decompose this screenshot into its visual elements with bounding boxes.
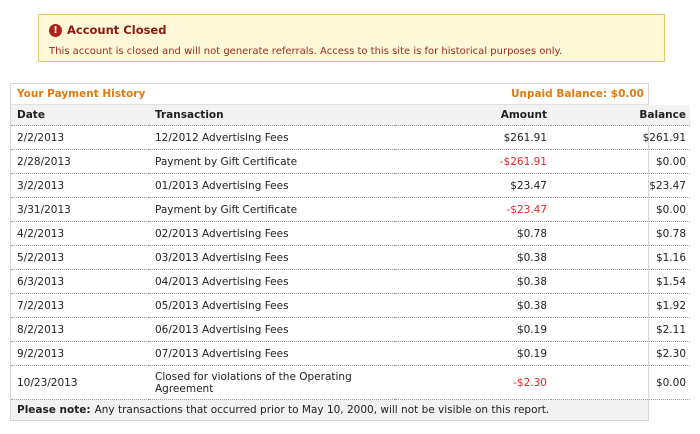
panel-title: Your Payment History: [17, 88, 146, 100]
row-balance: $0.78: [551, 221, 690, 246]
row-transaction: 04/2013 Advertising Fees: [149, 269, 395, 294]
row-balance: $0.00: [551, 197, 690, 222]
table-row: 8/2/2013 06/2013 Advertising Fees $0.19 …: [11, 317, 690, 342]
row-amount: $0.78: [395, 221, 551, 246]
row-transaction: Payment by Gift Certificate: [149, 197, 395, 222]
row-balance: $2.11: [551, 317, 690, 342]
row-amount: $0.38: [395, 245, 551, 270]
row-transaction: Payment by Gift Certificate: [149, 149, 395, 174]
footnote-label: Please note:: [17, 404, 91, 416]
row-transaction: Closed for violations of the Operating A…: [149, 365, 395, 400]
table-header-row: Date Transaction Amount Balance: [11, 105, 690, 126]
row-date: 5/2/2013: [11, 245, 149, 270]
row-date: 3/31/2013: [11, 197, 149, 222]
table-row: 3/2/2013 01/2013 Advertising Fees $23.47…: [11, 173, 690, 198]
row-transaction: 07/2013 Advertising Fees: [149, 341, 395, 366]
row-date: 4/2/2013: [11, 221, 149, 246]
alert-message: This account is closed and will not gene…: [49, 46, 563, 57]
table-body: 2/2/2013 12/2012 Advertising Fees $261.9…: [11, 125, 690, 400]
column-header-balance: Balance: [551, 105, 690, 126]
table-row: 10/23/2013 Closed for violations of the …: [11, 365, 690, 400]
row-balance: $1.92: [551, 293, 690, 318]
table-row: 2/28/2013 Payment by Gift Certificate -$…: [11, 149, 690, 174]
row-balance: $2.30: [551, 341, 690, 366]
unpaid-balance: Unpaid Balance: $0.00: [510, 88, 644, 100]
row-date: 8/2/2013: [11, 317, 149, 342]
row-balance: $261.91: [551, 125, 690, 150]
payment-history-table: Date Transaction Amount Balance 2/2/2013…: [11, 105, 690, 400]
row-balance: $0.00: [551, 149, 690, 174]
row-amount: $0.38: [395, 293, 551, 318]
table-row: 5/2/2013 03/2013 Advertising Fees $0.38 …: [11, 245, 690, 270]
row-amount: $0.38: [395, 269, 551, 294]
table-row: 7/2/2013 05/2013 Advertising Fees $0.38 …: [11, 293, 690, 318]
account-closed-alert: ! Account Closed This account is closed …: [38, 14, 665, 62]
row-balance: $0.00: [551, 365, 690, 400]
history-footnote: Please note: Any transactions that occur…: [11, 400, 648, 420]
row-transaction: 12/2012 Advertising Fees: [149, 125, 395, 150]
panel-header: Your Payment History Unpaid Balance: $0.…: [11, 84, 648, 105]
payment-history-panel: Your Payment History Unpaid Balance: $0.…: [10, 83, 690, 421]
row-transaction: 02/2013 Advertising Fees: [149, 221, 395, 246]
row-amount: -$2.30: [395, 365, 551, 400]
row-amount: -$23.47: [395, 197, 551, 222]
row-date: 3/2/2013: [11, 173, 149, 198]
row-transaction: 01/2013 Advertising Fees: [149, 173, 395, 198]
row-date: 9/2/2013: [11, 341, 149, 366]
row-transaction: 03/2013 Advertising Fees: [149, 245, 395, 270]
row-date: 2/28/2013: [11, 149, 149, 174]
row-transaction: 05/2013 Advertising Fees: [149, 293, 395, 318]
table-row: 6/3/2013 04/2013 Advertising Fees $0.38 …: [11, 269, 690, 294]
row-amount: $0.19: [395, 341, 551, 366]
table-row: 2/2/2013 12/2012 Advertising Fees $261.9…: [11, 125, 690, 150]
column-header-date: Date: [11, 105, 149, 126]
row-amount: -$261.91: [395, 149, 551, 174]
row-amount: $0.19: [395, 317, 551, 342]
row-date: 2/2/2013: [11, 125, 149, 150]
row-balance: $1.16: [551, 245, 690, 270]
error-exclamation-icon: !: [49, 23, 62, 37]
table-row: 9/2/2013 07/2013 Advertising Fees $0.19 …: [11, 341, 690, 366]
row-amount: $261.91: [395, 125, 551, 150]
column-header-amount: Amount: [395, 105, 551, 126]
row-balance: $1.54: [551, 269, 690, 294]
table-row: 3/31/2013 Payment by Gift Certificate -$…: [11, 197, 690, 222]
column-header-transaction: Transaction: [149, 105, 395, 126]
alert-title-text: Account Closed: [67, 23, 167, 37]
row-transaction: 06/2013 Advertising Fees: [149, 317, 395, 342]
row-date: 6/3/2013: [11, 269, 149, 294]
table-row: 4/2/2013 02/2013 Advertising Fees $0.78 …: [11, 221, 690, 246]
alert-title: ! Account Closed: [49, 23, 166, 37]
row-date: 10/23/2013: [11, 365, 149, 400]
row-date: 7/2/2013: [11, 293, 149, 318]
footnote-text: Any transactions that occurred prior to …: [94, 404, 550, 416]
row-amount: $23.47: [395, 173, 551, 198]
row-balance: $23.47: [551, 173, 690, 198]
